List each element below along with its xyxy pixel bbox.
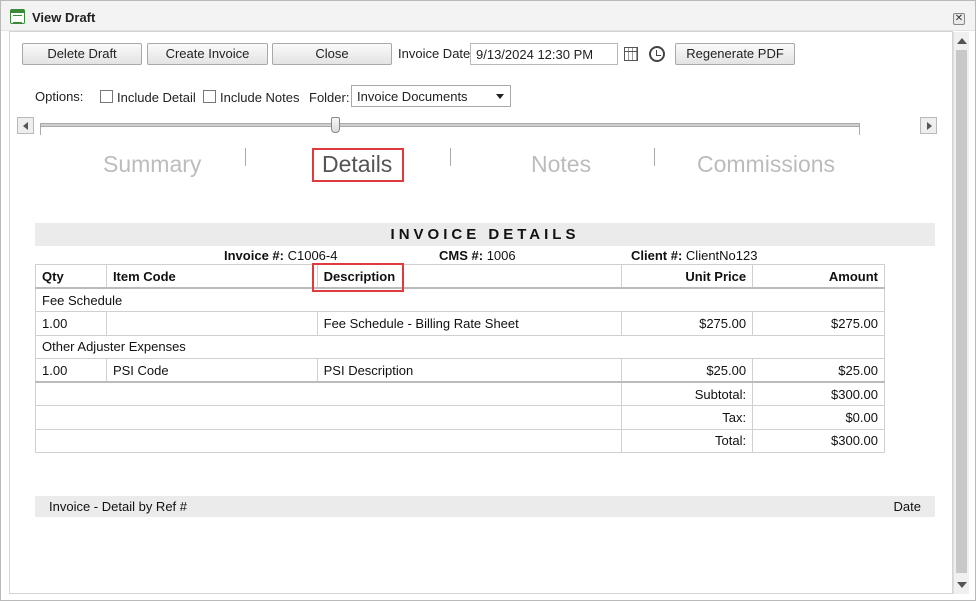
include-notes-label: Include Notes [220,90,300,105]
invoice-date-label: Invoice Date: [398,46,474,61]
slider-right-icon[interactable] [920,117,937,134]
include-detail-label: Include Detail [117,90,196,105]
calendar-icon[interactable] [624,47,638,61]
document-icon [10,9,25,24]
column-qty[interactable]: Qty [35,264,107,289]
description-cell: PSI Description [316,358,623,383]
details-tab-highlight [312,148,404,182]
tab-separator [450,148,451,166]
title-bar: View Draft ✕ [1,1,975,31]
description-column-highlight [312,263,404,292]
total-value: $300.00 [752,428,885,453]
delete-draft-button[interactable]: Delete Draft [22,43,142,65]
slider-left-icon[interactable] [17,117,34,134]
amount-cell: $275.00 [752,311,885,336]
client-number: Client #: ClientNo123 [631,248,758,263]
invoice-items-table: Qty Item Code Description Unit Price Amo… [34,264,885,453]
close-button[interactable]: Close [272,43,392,65]
column-item-code[interactable]: Item Code [105,264,318,289]
cms-number: CMS #: 1006 [439,248,516,263]
tax-label: Tax: [621,405,754,430]
tax-row: Tax: $0.00 [34,405,885,430]
window-title: View Draft [32,10,96,25]
tab-summary[interactable]: Summary [103,151,201,178]
invoice-details-heading: INVOICE DETAILS [35,223,935,246]
close-icon[interactable]: ✕ [953,13,965,25]
invoice-number: Invoice #: C1006-4 [224,248,338,263]
unit-price-cell: $25.00 [621,358,754,383]
total-label: Total: [621,428,754,453]
options-label: Options: [35,89,84,104]
scroll-up-icon[interactable] [957,38,967,44]
tab-slider-ticks [40,127,860,135]
include-detail-checkbox[interactable] [100,90,113,103]
clock-icon[interactable] [649,46,665,62]
scroll-down-icon[interactable] [957,582,967,588]
group-name: Fee Schedule [35,287,885,312]
column-amount[interactable]: Amount [752,264,885,289]
regenerate-pdf-button[interactable]: Regenerate PDF [675,43,795,65]
tax-value: $0.00 [752,405,885,430]
footer-report-name: Invoice - Detail by Ref # [49,499,188,514]
table-header-row: Qty Item Code Description Unit Price Amo… [35,264,885,289]
scroll-thumb[interactable] [956,50,967,573]
qty-cell: 1.00 [35,358,107,383]
folder-label: Folder: [309,90,350,105]
amount-cell: $25.00 [752,358,885,383]
tab-commissions[interactable]: Commissions [697,151,835,178]
item-code-cell: PSI Code [105,358,318,383]
unit-price-cell: $275.00 [621,311,754,336]
total-row: Total: $300.00 [34,428,885,453]
report-footer: Invoice - Detail by Ref # Date [35,496,935,517]
column-unit-price[interactable]: Unit Price [621,264,754,289]
group-name: Other Adjuster Expenses [35,334,885,359]
group-row: Fee Schedule [35,287,885,312]
tab-separator [245,148,246,166]
group-row: Other Adjuster Expenses [35,334,885,359]
folder-select[interactable]: Invoice Documents [351,85,511,107]
subtotal-row: Subtotal: $300.00 [34,381,885,406]
table-row: 1.00 Fee Schedule - Billing Rate Sheet $… [35,311,885,336]
tab-slider-thumb[interactable] [331,117,340,133]
description-cell: Fee Schedule - Billing Rate Sheet [316,311,623,336]
qty-cell: 1.00 [35,311,107,336]
view-draft-window: View Draft ✕ Delete Draft Create Invoice… [0,0,976,601]
subtotal-label: Subtotal: [621,381,754,406]
footer-date-label: Date [893,499,921,514]
vertical-scrollbar[interactable] [953,32,969,594]
tab-notes[interactable]: Notes [531,151,591,178]
invoice-date-input[interactable] [470,43,618,65]
folder-select-value: Invoice Documents [357,89,468,104]
chevron-down-icon [496,94,504,99]
include-notes-checkbox[interactable] [203,90,216,103]
create-invoice-button[interactable]: Create Invoice [147,43,268,65]
item-code-cell [105,311,318,336]
table-row: 1.00 PSI Code PSI Description $25.00 $25… [35,358,885,383]
tab-separator [654,148,655,166]
subtotal-value: $300.00 [752,381,885,406]
